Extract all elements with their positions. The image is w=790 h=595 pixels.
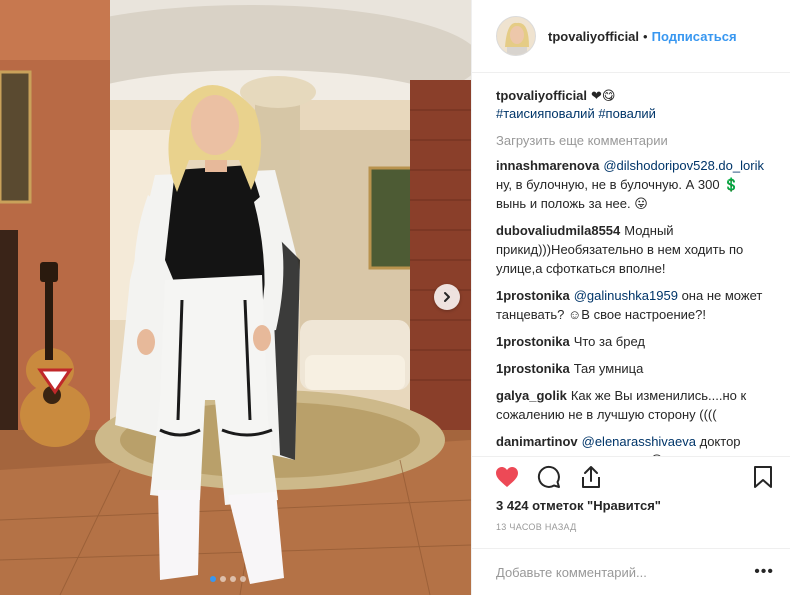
comment-bubble-icon — [537, 465, 560, 488]
post-details-panel: tpovaliyofficial • Подписаться tpovaliyo… — [471, 0, 790, 595]
comment-mention[interactable]: @elenarasshivaeva — [582, 434, 696, 449]
comment-username[interactable]: dubovaliudmila8554 — [496, 223, 620, 238]
post-photo[interactable] — [0, 0, 471, 595]
heart-filled-icon — [496, 466, 518, 487]
comment-item: 1prostonika Что за бред — [496, 332, 766, 351]
comment-item: dubovaliudmila8554 Модный прикид)))Необяз… — [496, 221, 766, 278]
comment-username[interactable]: 1prostonika — [496, 334, 570, 349]
hashtag-link[interactable]: #повалий — [598, 106, 656, 121]
bookmark-icon — [754, 465, 772, 488]
comment-input[interactable] — [496, 564, 755, 580]
caption-username[interactable]: tpovaliyofficial — [496, 88, 587, 103]
hashtag-link[interactable]: #таисияповалий — [496, 106, 595, 121]
comment-mention[interactable]: @galinushka1959 — [574, 288, 678, 303]
carousel-dot — [220, 576, 226, 582]
photo-illustration — [0, 0, 471, 595]
comment-username[interactable]: 1prostonika — [496, 288, 570, 303]
comment-username[interactable]: danimartinov — [496, 434, 578, 449]
carousel-dot — [210, 576, 216, 582]
comment-username[interactable]: innashmarenova — [496, 158, 599, 173]
load-more-comments-button[interactable]: Загрузить еще комментарии — [496, 133, 766, 148]
post-actions-bar — [472, 456, 790, 496]
comment-text: Что за бред — [573, 334, 646, 349]
comment-mention[interactable]: @dilshodoripov528.do_lorik — [603, 158, 764, 173]
post-header: tpovaliyofficial • Подписаться — [472, 0, 790, 73]
follow-button[interactable]: Подписаться — [652, 29, 737, 44]
more-options-button[interactable]: ••• — [754, 563, 774, 581]
comment-item: innashmarenova @dilshodoripov528.do_lorik… — [496, 156, 766, 213]
caption-text: ❤😋 — [591, 88, 616, 103]
comment-username[interactable]: galya_golik — [496, 388, 567, 403]
carousel-indicator — [210, 576, 246, 582]
share-icon — [582, 465, 600, 488]
post-caption: tpovaliyofficial ❤😋 #таисияповалий #повал… — [496, 87, 766, 123]
carousel-dot — [240, 576, 246, 582]
share-button[interactable] — [578, 464, 604, 490]
comments-list[interactable]: tpovaliyofficial ❤😋 #таисияповалий #повал… — [472, 73, 790, 456]
like-button[interactable] — [494, 464, 520, 490]
comment-item: danimartinov@elenarasshivaeva доктор Рас… — [496, 432, 766, 456]
avatar-image — [497, 17, 535, 55]
carousel-dot — [230, 576, 236, 582]
comment-username[interactable]: 1prostonika — [496, 361, 570, 376]
comment-item: 1prostonika @galinushka1959 она не может … — [496, 286, 766, 324]
comment-item: galya_golik Как же Вы изменились....но к … — [496, 386, 766, 424]
comment-text: Тая умница — [573, 361, 644, 376]
comment-text: ну, в булочную, не в булочную. А 300 💲 в… — [496, 177, 740, 211]
post-timestamp[interactable]: 13 ЧАСОВ НАЗАД — [496, 522, 577, 532]
next-image-button[interactable] — [434, 284, 460, 310]
header-username[interactable]: tpovaliyofficial — [548, 29, 639, 44]
header-separator: • — [643, 28, 648, 44]
add-comment-bar: ••• — [472, 548, 790, 595]
avatar[interactable] — [496, 16, 536, 56]
chevron-right-icon — [444, 292, 450, 302]
likes-count[interactable]: 3 424 отметок "Нравится" — [496, 498, 661, 513]
comment-item: 1prostonika Тая умница — [496, 359, 766, 378]
comment-button[interactable] — [536, 464, 562, 490]
save-button[interactable] — [750, 464, 776, 490]
